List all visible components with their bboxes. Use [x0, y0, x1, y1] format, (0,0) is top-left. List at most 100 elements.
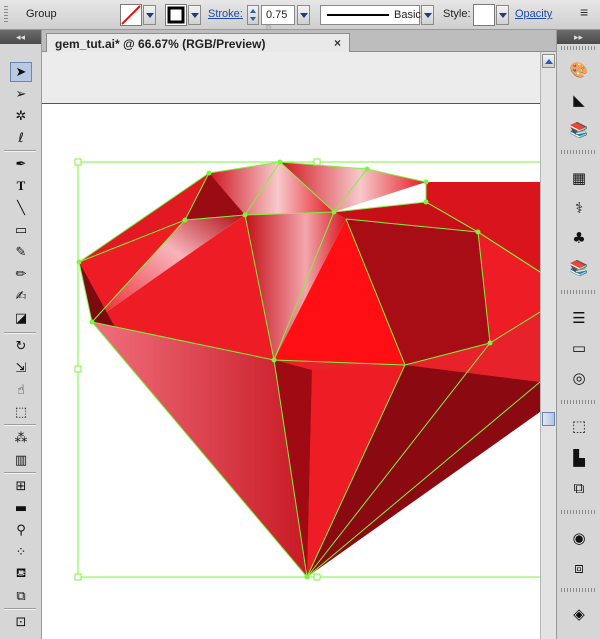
anchor-point[interactable]: [271, 357, 277, 363]
stroke-weight-stepper[interactable]: [247, 5, 259, 25]
stroke-square-icon: [167, 6, 185, 24]
eyedropper-tool-icon[interactable]: ⚲: [10, 520, 32, 540]
direct-selection-tool-icon[interactable]: ➢: [10, 84, 32, 104]
stroke-swatch[interactable]: [165, 4, 187, 26]
graphic-styles-panel-icon[interactable]: 📚: [566, 256, 592, 280]
scroll-up-icon[interactable]: [542, 54, 555, 68]
anchor-point[interactable]: [242, 212, 248, 218]
stroke-weight-dropdown[interactable]: [297, 5, 310, 25]
anchor-point[interactable]: [76, 259, 82, 265]
close-tab-icon[interactable]: ×: [334, 36, 341, 50]
tools-panel: ◂◂ ➤ ➢ ✲ ℓ ✒ T ╲ ▭ ✎ ✏ ✍ ◪ ↻ ⇲ ☝ ⬚ ⁂ ▥ ⊞…: [0, 30, 42, 639]
panel-dock-header[interactable]: ▸▸: [557, 30, 600, 44]
scrollbar-thumb[interactable]: [542, 412, 555, 426]
selection-tool-icon[interactable]: ➤: [10, 62, 32, 82]
stroke-panel-link[interactable]: Stroke:: [208, 8, 243, 20]
vertical-scrollbar[interactable]: [540, 52, 556, 639]
gradient-panel-icon[interactable]: ▭: [566, 336, 592, 360]
pathfinder-panel-icon[interactable]: ⧉: [566, 476, 592, 500]
symbols-panel-icon[interactable]: ♣: [566, 226, 592, 250]
stroke-weight-field[interactable]: 0.75 p: [261, 5, 295, 32]
color-guide-panel-icon[interactable]: ◣: [566, 88, 592, 112]
document-tab[interactable]: gem_tut.ai* @ 66.67% (RGB/Preview) ×: [46, 33, 350, 53]
paintbrush-tool-icon[interactable]: ✎: [10, 242, 32, 262]
column-graph-tool-icon[interactable]: ▥: [10, 450, 32, 470]
type-tool-icon[interactable]: T: [10, 176, 32, 196]
control-bar: Group Stroke: 0.75 p Basic Style: Opacit…: [0, 0, 600, 32]
stroke-panel-icon[interactable]: ☰: [566, 306, 592, 330]
transform-panel-icon[interactable]: ⬚: [566, 414, 592, 438]
fill-swatch[interactable]: [120, 4, 142, 26]
dock-grip[interactable]: [561, 400, 597, 404]
blob-brush-tool-icon[interactable]: ✍: [10, 286, 32, 306]
slice-tool-icon[interactable]: ⧉: [10, 586, 32, 606]
anchor-point[interactable]: [364, 166, 370, 172]
style-label: Style:: [443, 8, 471, 20]
swatches-panel-icon[interactable]: ▦: [566, 166, 592, 190]
color-panel-icon[interactable]: 🎨: [566, 58, 592, 82]
anchor-point[interactable]: [206, 170, 212, 176]
bounding-box-handle[interactable]: [74, 365, 82, 373]
graphic-style-dropdown[interactable]: [496, 5, 509, 25]
anchor-point[interactable]: [423, 199, 429, 205]
stroke-weight-value: 0.75: [266, 9, 288, 21]
symbol-sprayer-tool-icon[interactable]: ⁂: [10, 428, 32, 448]
swatch-libraries-panel-icon[interactable]: 📚: [566, 118, 592, 142]
tools-panel-header[interactable]: ◂◂: [0, 30, 41, 44]
anchor-point[interactable]: [423, 179, 429, 185]
anchor-point[interactable]: [89, 319, 95, 325]
rotate-tool-icon[interactable]: ↻: [10, 336, 32, 356]
brush-definition-dropdown[interactable]: [421, 5, 434, 25]
control-bar-grip[interactable]: [4, 6, 8, 24]
align-panel-icon[interactable]: ▙: [566, 446, 592, 470]
pen-tool-icon[interactable]: ✒: [10, 154, 32, 174]
stepper-arrows-icon: [250, 9, 256, 21]
graphic-style-swatch[interactable]: [473, 4, 495, 26]
bounding-box-handle[interactable]: [74, 158, 82, 166]
toolbar-divider: [4, 332, 36, 334]
control-panel-menu-icon[interactable]: ≡: [580, 4, 588, 20]
dock-grip[interactable]: [561, 588, 597, 592]
magic-wand-tool-icon[interactable]: ✲: [10, 106, 32, 126]
warp-tool-icon[interactable]: ☝: [10, 380, 32, 400]
free-transform-tool-icon[interactable]: ⬚: [10, 402, 32, 422]
bounding-box-handle[interactable]: [313, 573, 321, 581]
stroke-dropdown[interactable]: [188, 5, 201, 25]
dock-grip[interactable]: [561, 46, 597, 50]
bounding-box-handle[interactable]: [313, 158, 321, 166]
document-tab-bar: gem_tut.ai* @ 66.67% (RGB/Preview) ×: [42, 30, 556, 53]
document-tab-title: gem_tut.ai* @ 66.67% (RGB/Preview): [55, 37, 266, 51]
live-paint-tool-icon[interactable]: ⛾: [10, 564, 32, 584]
artboard-canvas[interactable]: [42, 52, 540, 639]
dock-grip[interactable]: [561, 510, 597, 514]
anchor-point[interactable]: [182, 217, 188, 223]
dock-grip[interactable]: [561, 150, 597, 154]
brushes-panel-icon[interactable]: ⚕: [566, 196, 592, 220]
mesh-tool-icon[interactable]: ⊞: [10, 476, 32, 496]
pencil-tool-icon[interactable]: ✏: [10, 264, 32, 284]
blend-tool-icon[interactable]: ⁘: [10, 542, 32, 562]
panel-dock: ▸▸ 🎨 ◣ 📚 ▦ ⚕ ♣ 📚 ☰ ▭ ◎ ⬚ ▙ ⧉ ◉ ⧈ ◈: [556, 30, 600, 639]
fill-dropdown[interactable]: [143, 5, 156, 25]
anchor-point[interactable]: [487, 340, 493, 346]
gradient-tool-icon[interactable]: ▬: [10, 498, 32, 518]
selection-type-label: Group: [26, 8, 57, 20]
navigator-panel-icon[interactable]: ⧈: [566, 556, 592, 580]
anchor-point[interactable]: [475, 229, 481, 235]
eraser-tool-icon[interactable]: ◪: [10, 308, 32, 328]
none-fill-icon: [121, 5, 141, 25]
bounding-box-handle[interactable]: [74, 573, 82, 581]
transparency-panel-icon[interactable]: ◎: [566, 366, 592, 390]
lasso-tool-icon[interactable]: ℓ: [10, 128, 32, 148]
appearance-panel-icon[interactable]: ◉: [566, 526, 592, 550]
artboard-tool-icon[interactable]: ⊡: [10, 612, 32, 632]
anchor-point[interactable]: [331, 209, 337, 215]
rectangle-tool-icon[interactable]: ▭: [10, 220, 32, 240]
dock-grip[interactable]: [561, 290, 597, 294]
line-tool-icon[interactable]: ╲: [10, 198, 32, 218]
ruby-gem-artwork[interactable]: [42, 52, 540, 639]
scale-tool-icon[interactable]: ⇲: [10, 358, 32, 378]
layers-panel-icon[interactable]: ◈: [566, 602, 592, 626]
opacity-link[interactable]: Opacity: [515, 8, 552, 20]
brush-definition-field[interactable]: Basic: [320, 5, 421, 25]
